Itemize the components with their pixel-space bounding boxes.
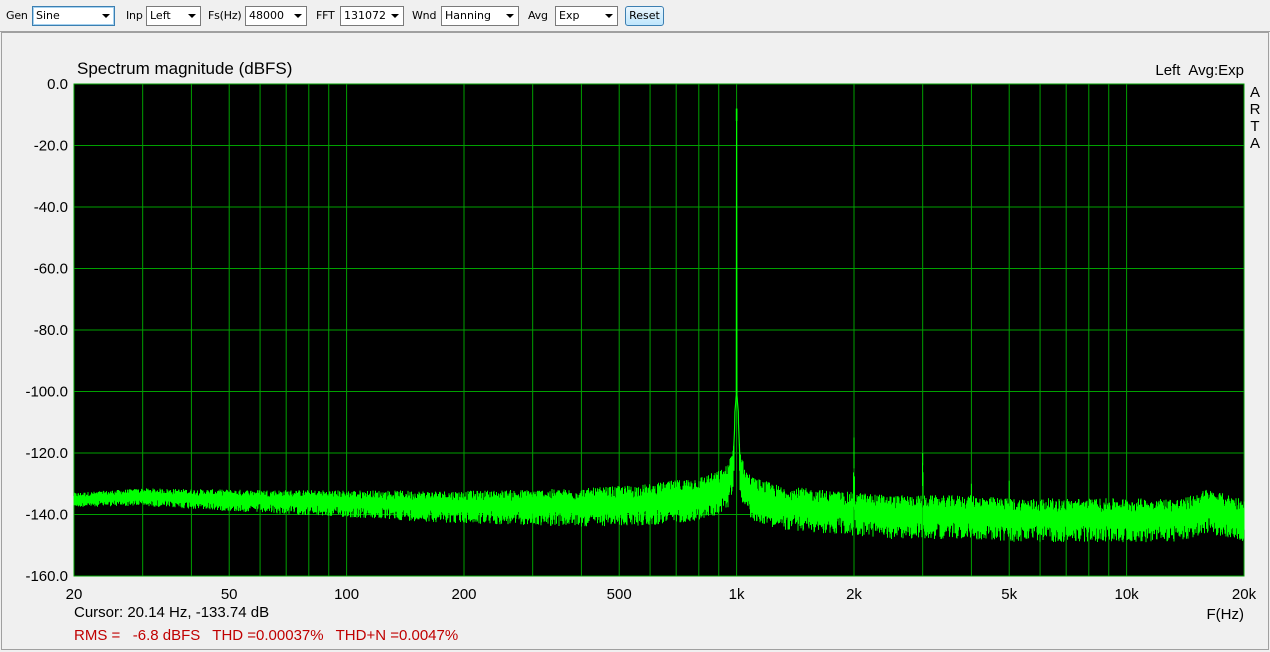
y-tick-label: -160.0 xyxy=(25,568,68,585)
spectrum-chart[interactable]: 0.0 -20.0 -40.0 -60.0 -80.0 -100.0 -120.0 -140.… xyxy=(0,0,1270,652)
y-tick-label: -120.0 xyxy=(25,445,68,462)
x-axis-label: F(Hz) xyxy=(1207,606,1245,623)
y-tick-label: -60.0 xyxy=(34,261,68,278)
y-tick-label: -80.0 xyxy=(34,322,68,339)
x-tick-label: 50 xyxy=(221,586,238,603)
y-tick-label: -140.0 xyxy=(25,507,68,524)
y-tick-label: -100.0 xyxy=(25,384,68,401)
y-tick-label: -20.0 xyxy=(34,138,68,155)
x-tick-label: 1k xyxy=(729,586,745,603)
thd-readout: THD =0.00037% xyxy=(212,627,324,644)
thdn-readout: THD+N =0.0047% xyxy=(335,627,459,644)
measurement-readout: RMS = -6.8 dBFS THD =0.00037% THD+N =0.004… xyxy=(74,627,470,644)
cursor-readout: Cursor: 20.14 Hz, -133.74 dB xyxy=(74,604,270,621)
rms-readout: RMS = -6.8 dBFS xyxy=(74,627,201,644)
x-tick-label: 5k xyxy=(1001,586,1017,603)
x-tick-label: 20k xyxy=(1232,586,1257,603)
x-tick-label: 10k xyxy=(1115,586,1140,603)
x-tick-label: 200 xyxy=(451,586,476,603)
y-tick-label: -40.0 xyxy=(34,199,68,216)
x-tick-label: 100 xyxy=(334,586,359,603)
x-tick-label: 20 xyxy=(66,586,83,603)
x-tick-label: 2k xyxy=(846,586,862,603)
x-tick-label: 500 xyxy=(607,586,632,603)
y-tick-label: 0.0 xyxy=(47,76,68,93)
